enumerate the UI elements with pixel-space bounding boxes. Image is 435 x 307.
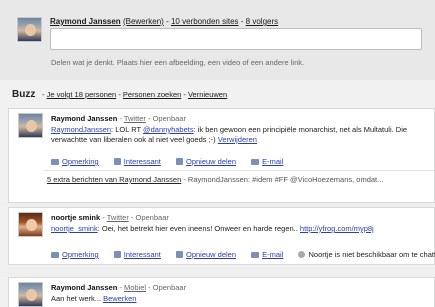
more-posts: 5 extra berichten van Raymond Janssen - … [47, 175, 383, 184]
profile-name-link[interactable]: Raymond Janssen [50, 17, 121, 26]
chat-status: Noortje is niet beschikbaar om te chatte… [298, 250, 435, 259]
post-body: noortje_smink: Oei, het betrekt hier eve… [51, 224, 431, 234]
email-link[interactable]: E-mail [262, 157, 283, 166]
separator: - [238, 17, 246, 26]
separator: - [181, 90, 188, 99]
comment-action[interactable]: Opmerking [51, 250, 99, 259]
post: noortje smink - Twitter - Openbaar noort… [8, 207, 435, 265]
edit-profile-link[interactable]: (Bewerken) [123, 17, 164, 26]
like-action[interactable]: Interessant [113, 250, 161, 259]
post-source-link[interactable]: Twitter [124, 114, 146, 123]
email-link[interactable]: E-mail [262, 250, 283, 259]
email-action[interactable]: E-mail [251, 250, 283, 259]
post-text: : Oei, het betrekt hier even ineens! Onw… [97, 224, 300, 233]
post: Raymond Janssen - Twitter - Openbaar Ray… [8, 108, 435, 203]
avatar[interactable] [18, 113, 43, 138]
followers-link[interactable]: 8 volgers [246, 17, 278, 26]
post-header: noortje smink - Twitter - Openbaar [51, 213, 169, 222]
email-action[interactable]: E-mail [251, 157, 283, 166]
post-visibility: Openbaar [152, 114, 186, 123]
avatar[interactable] [18, 282, 43, 307]
post-actions: Opmerking Interessant Opnieuw delen E-ma… [51, 250, 435, 259]
comment-link[interactable]: Opmerking [62, 250, 99, 259]
post-text: : ik ben gewoon een principiële monarchi… [193, 125, 408, 134]
feed-gap [0, 265, 435, 277]
share-input[interactable] [50, 28, 422, 50]
post-header: Raymond Janssen - Mobiel - Openbaar [51, 283, 187, 292]
post-author[interactable]: Raymond Janssen [51, 114, 117, 123]
post-author[interactable]: noortje smink [51, 213, 100, 222]
post: Raymond Janssen - Mobiel - Openbaar Aan … [8, 277, 435, 307]
post-source-link[interactable]: Twitter [107, 213, 129, 222]
avatar[interactable] [17, 17, 42, 42]
delete-link[interactable]: Verwijderen [218, 135, 257, 144]
chat-status-icon [298, 251, 306, 258]
post-text: Aan het werk... [51, 294, 104, 303]
divider [43, 170, 434, 171]
following-link[interactable]: Je volgt 18 personen [47, 90, 117, 99]
buzz-title: Buzz [12, 89, 36, 100]
reshare-icon [175, 251, 183, 258]
star-icon [113, 251, 121, 258]
connected-sites-link[interactable]: 10 verbonden sites [171, 17, 239, 26]
edit-post-link[interactable]: Bewerken [103, 294, 136, 303]
star-icon [113, 158, 121, 165]
refresh-link[interactable]: Vernieuwen [188, 90, 227, 99]
buzz-header: Buzz - Je volgt 18 personen - Personen z… [0, 80, 435, 105]
buzz-nav: - Je volgt 18 personen - Personen zoeken… [42, 90, 227, 99]
post-source-link[interactable]: Mobiel [124, 283, 146, 292]
tweet-user-link[interactable]: noortje_smink [51, 224, 98, 233]
reshare-action[interactable]: Opnieuw delen [175, 250, 236, 259]
separator: - [163, 17, 171, 26]
post-actions: Opmerking Interessant Opnieuw delen E-ma… [51, 157, 296, 166]
more-posts-link[interactable]: 5 extra berichten van Raymond Janssen [47, 175, 181, 184]
profile-line: Raymond Janssen (Bewerken) - 10 verbonde… [50, 17, 278, 26]
comment-link[interactable]: Opmerking [62, 157, 99, 166]
composer: Raymond Janssen (Bewerken) - 10 verbonde… [0, 0, 435, 81]
post-header: Raymond Janssen - Twitter - Openbaar [51, 114, 186, 123]
post-text: verwachtte van liberalen ook al niet vee… [51, 135, 218, 144]
more-posts-preview: - RaymondJanssen: #idem #FF @VicoHoezema… [181, 175, 384, 184]
tweet-user-link[interactable]: RaymondJanssen [51, 125, 111, 134]
mail-icon [251, 159, 260, 165]
like-link[interactable]: Interessant [124, 157, 161, 166]
post-text: : LOL RT [111, 125, 144, 134]
post-visibility: Openbaar [152, 283, 187, 292]
avatar[interactable] [18, 212, 43, 237]
comment-action[interactable]: Opmerking [51, 157, 99, 166]
reshare-link[interactable]: Opnieuw delen [186, 157, 236, 166]
share-hint: Delen wat je denkt. Plaats hier een afbe… [51, 58, 305, 67]
reshare-link[interactable]: Opnieuw delen [186, 250, 236, 259]
post-body: RaymondJanssen: LOL RT @dannyhabets: ik … [51, 125, 431, 145]
post-body: Aan het werk... Bewerken [51, 294, 431, 304]
mail-icon [251, 252, 260, 258]
post-link[interactable]: http://yfrog.com/myp8j [300, 224, 374, 233]
find-people-link[interactable]: Personen zoeken [123, 90, 181, 99]
reshare-icon [175, 158, 183, 165]
comment-icon [51, 252, 59, 258]
separator: - [116, 90, 123, 99]
comment-icon [51, 159, 59, 165]
post-author[interactable]: Raymond Janssen [51, 283, 117, 292]
like-action[interactable]: Interessant [113, 157, 161, 166]
post-visibility: Openbaar [135, 213, 169, 222]
like-link[interactable]: Interessant [124, 250, 161, 259]
reshare-action[interactable]: Opnieuw delen [175, 157, 236, 166]
mention-link[interactable]: @dannyhabets [143, 125, 194, 134]
